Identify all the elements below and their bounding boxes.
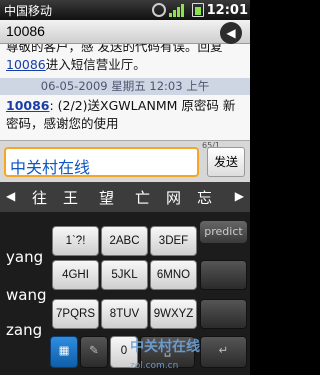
- alarm-icon: [151, 3, 166, 17]
- grid-mode-key[interactable]: ▦: [50, 336, 78, 368]
- back-arrow-icon: ◀: [226, 26, 236, 40]
- conversation-title: 10086: [6, 23, 45, 39]
- message-input[interactable]: 中关村在线: [4, 147, 199, 177]
- status-bar: 中国移动 12:01: [0, 0, 250, 20]
- compose-bar: 65/1 中关村在线 发送: [0, 140, 250, 182]
- enter-icon: ↵: [218, 345, 229, 357]
- prev-message-tail: 进入短信营业厅。: [45, 57, 146, 72]
- current-message: 10086: (2/2)送XGWLANMM 原密码 新密码，感谢您的使用: [6, 97, 246, 133]
- candidate-item[interactable]: 网: [166, 187, 181, 208]
- key-9[interactable]: 9WXYZ: [150, 299, 197, 329]
- key-6[interactable]: 6MNO: [150, 260, 197, 290]
- date-separator: 06-05-2009 星期五 12:03 上午: [0, 78, 250, 95]
- key-1[interactable]: 1`?!: [52, 226, 99, 256]
- grid-icon: ▦: [58, 345, 70, 357]
- candidate-item[interactable]: 望: [99, 187, 114, 208]
- t9-keyboard: yang wang zang predict 1`?! 2ABC 3DEF 4G…: [0, 212, 250, 375]
- watermark-main: 中关村在线: [130, 339, 200, 355]
- pinyin-option[interactable]: wang: [6, 286, 47, 304]
- prev-message-text: 尊敬的客户，感 发送的代码有误。回复: [6, 44, 223, 54]
- backspace-key[interactable]: [200, 260, 247, 290]
- clear-key[interactable]: [200, 299, 247, 329]
- candidates-next-icon[interactable]: ▶: [235, 189, 244, 203]
- enter-key[interactable]: ↵: [200, 336, 247, 368]
- key-3[interactable]: 3DEF: [150, 226, 197, 256]
- candidate-item[interactable]: 忘: [197, 187, 212, 208]
- candidate-item[interactable]: 王: [63, 187, 78, 208]
- pinyin-option[interactable]: zang: [6, 321, 42, 339]
- handwrite-key[interactable]: ✎: [80, 336, 108, 368]
- key-7[interactable]: 7PQRS: [52, 299, 99, 329]
- battery-icon: [191, 3, 204, 17]
- candidate-item[interactable]: 往: [32, 187, 47, 208]
- watermark-sub: zol.com.cn: [130, 361, 179, 371]
- send-button[interactable]: 发送: [207, 147, 245, 177]
- message-sender-link[interactable]: 10086: [6, 98, 50, 113]
- back-button[interactable]: ◀: [220, 22, 242, 44]
- key-8[interactable]: 8TUV: [101, 299, 148, 329]
- key-2[interactable]: 2ABC: [101, 226, 148, 256]
- title-bar: 10086 ◀: [0, 20, 250, 44]
- pen-icon: ✎: [89, 345, 99, 357]
- signal-icon: [168, 3, 189, 17]
- message-input-value: 中关村在线: [10, 158, 91, 177]
- previous-message: 尊敬的客户，感 发送的代码有误。回复 10086进入短信营业厅。: [6, 44, 246, 74]
- carrier-name: 中国移动: [4, 4, 53, 18]
- pinyin-option[interactable]: yang: [6, 248, 43, 266]
- candidate-bar: ◀ 往 王 望 亡 网 忘 ▶: [0, 182, 250, 212]
- candidates-prev-icon[interactable]: ◀: [6, 189, 15, 203]
- watermark-logo: 中关村在线 zol.com.cn: [130, 336, 200, 372]
- conversation-thread[interactable]: 尊敬的客户，感 发送的代码有误。回复 10086进入短信营业厅。 06-05-2…: [0, 44, 250, 144]
- clock: 12:01: [206, 2, 248, 18]
- key-5[interactable]: 5JKL: [101, 260, 148, 290]
- status-icons: 12:01: [151, 1, 248, 19]
- prev-message-link[interactable]: 10086: [6, 57, 46, 72]
- predict-toggle[interactable]: predict: [200, 221, 247, 243]
- key-4[interactable]: 4GHI: [52, 260, 99, 290]
- candidate-item[interactable]: 亡: [135, 187, 150, 208]
